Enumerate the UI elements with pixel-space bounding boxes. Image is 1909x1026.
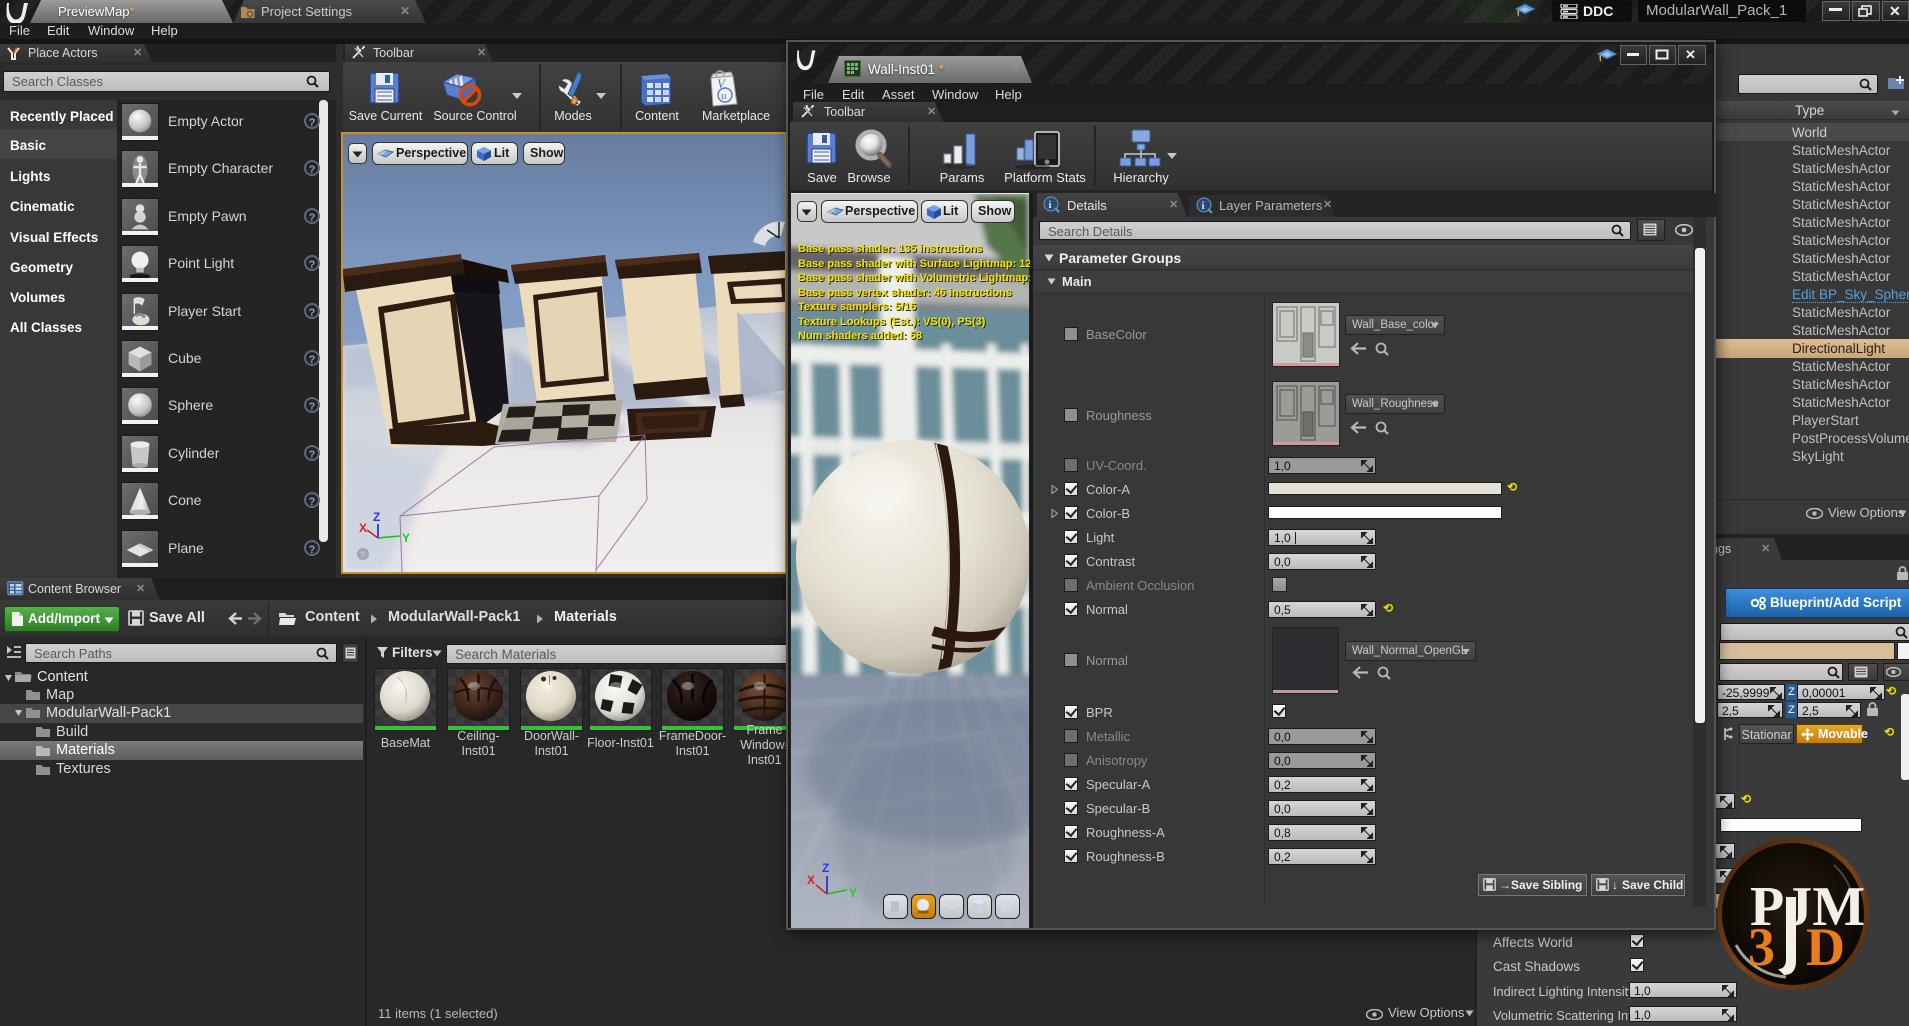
svg-text:Y: Y (849, 886, 857, 900)
svg-text:Z: Z (373, 510, 380, 524)
svg-text:3: 3 (1748, 917, 1775, 977)
svg-text:i: i (1202, 200, 1205, 212)
svg-text:D: D (1806, 917, 1845, 977)
svg-text:?: ? (360, 550, 365, 560)
svg-text:Z: Z (822, 861, 829, 875)
svg-text:Y: Y (402, 531, 410, 545)
svg-text:u: u (721, 90, 727, 102)
svg-text:i: i (1049, 199, 1052, 211)
svg-text:X: X (807, 873, 815, 887)
svg-text:X: X (359, 521, 367, 535)
